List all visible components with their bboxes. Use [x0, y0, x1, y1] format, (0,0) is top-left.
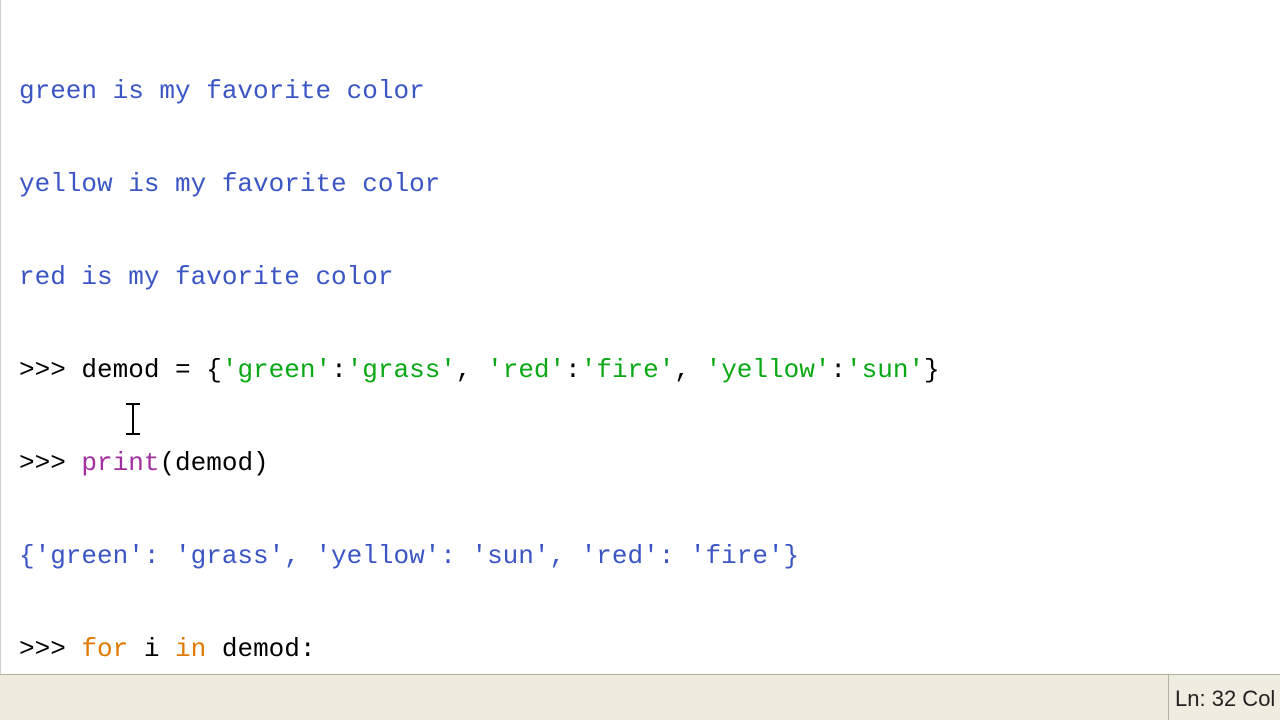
- ln-value: 32: [1212, 686, 1236, 711]
- prompt: >>>: [19, 634, 81, 664]
- status-bar: Ln: 32 Col: [0, 674, 1280, 720]
- idle-shell-window: green is my favorite color yellow is my …: [0, 0, 1280, 720]
- output-line: {'green': 'grass', 'yellow': 'sun', 'red…: [19, 541, 1280, 572]
- ln-label: Ln:: [1175, 686, 1212, 711]
- col-label: Col: [1236, 686, 1275, 711]
- prompt: >>>: [19, 355, 81, 385]
- input-line: >>> demod = {'green':'grass', 'red':'fir…: [19, 355, 1280, 386]
- prompt: >>>: [19, 448, 81, 478]
- output-line: yellow is my favorite color: [19, 169, 1280, 200]
- output-line: green is my favorite color: [19, 76, 1280, 107]
- output-line: red is my favorite color: [19, 262, 1280, 293]
- shell-text-area[interactable]: green is my favorite color yellow is my …: [0, 0, 1280, 674]
- input-line: >>> print(demod): [19, 448, 1280, 479]
- input-line: >>> for i in demod:: [19, 634, 1280, 665]
- line-col-indicator: Ln: 32 Col: [1168, 674, 1280, 720]
